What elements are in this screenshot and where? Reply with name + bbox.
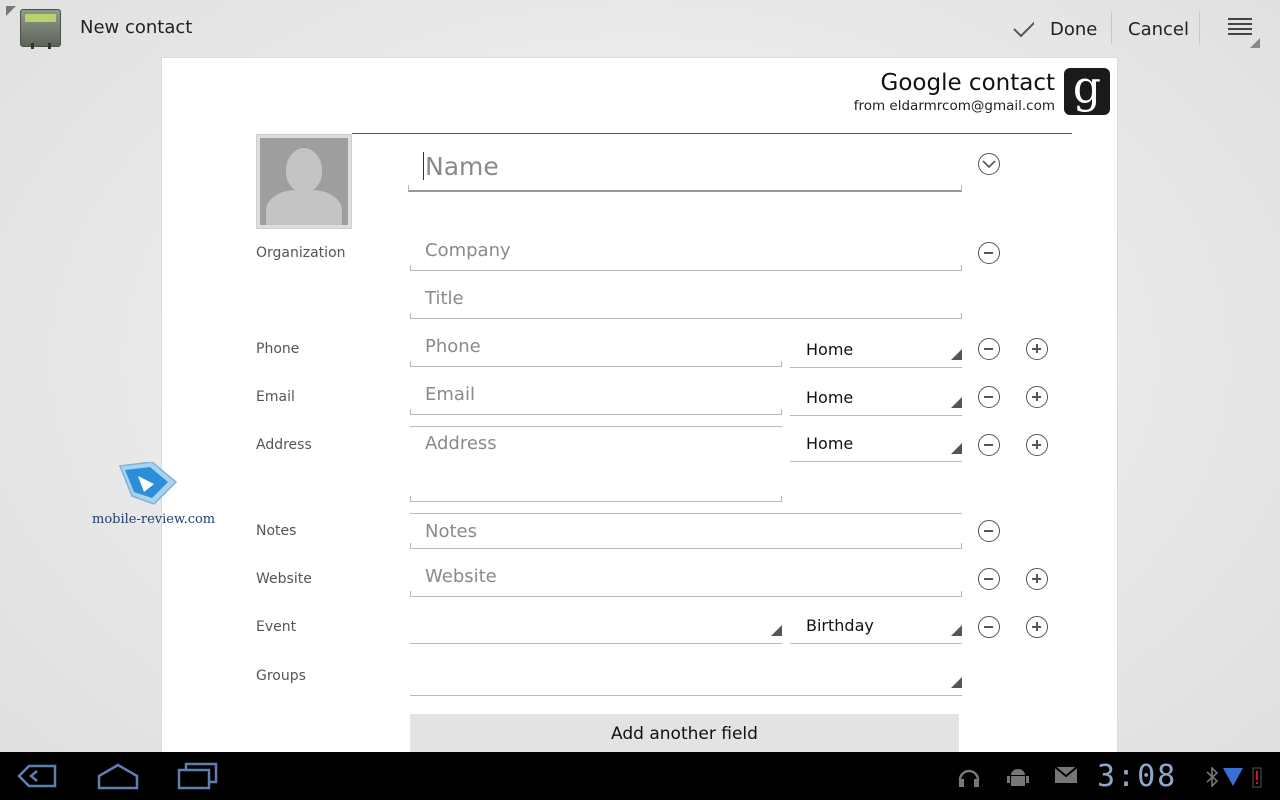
event-type-spinner[interactable]: Birthday	[790, 616, 962, 644]
chevron-down-icon	[982, 160, 996, 169]
address-placeholder: Address	[425, 433, 497, 454]
mobile-review-logo-icon	[118, 461, 178, 505]
website-field[interactable]: Website	[410, 566, 962, 597]
groups-spinner[interactable]	[410, 666, 962, 696]
dropdown-icon	[951, 349, 962, 360]
remove-notes-button[interactable]	[978, 520, 1000, 542]
check-icon	[1013, 21, 1034, 38]
company-field[interactable]: Company	[410, 240, 962, 271]
remove-website-button[interactable]	[978, 568, 1000, 590]
website-label: Website	[256, 571, 312, 587]
phone-type-value: Home	[806, 340, 854, 359]
divider	[1111, 12, 1112, 44]
minus-icon	[984, 252, 993, 254]
minus-icon	[984, 396, 993, 398]
minus-icon	[984, 578, 993, 580]
event-label: Event	[256, 619, 297, 635]
corner-indicator	[6, 6, 16, 16]
cancel-button[interactable]: Cancel	[1128, 0, 1189, 58]
remove-organization-button[interactable]	[978, 242, 1000, 264]
dropdown-icon	[951, 443, 962, 454]
address-type-value: Home	[806, 434, 854, 453]
phone-label: Phone	[256, 341, 300, 357]
remove-phone-button[interactable]	[978, 338, 1000, 360]
bluetooth-icon	[1206, 767, 1218, 787]
account-type: Google contact	[880, 70, 1056, 96]
remove-address-button[interactable]	[978, 434, 1000, 456]
done-button[interactable]: Done	[1012, 0, 1097, 58]
account-header: Google contact from eldarmrcom@gmail.com	[854, 70, 1055, 114]
overflow-menu-icon[interactable]	[1228, 18, 1252, 38]
add-another-field-button[interactable]: Add another field	[410, 714, 959, 754]
notes-label: Notes	[256, 523, 297, 539]
email-placeholder: Email	[425, 384, 475, 405]
recent-apps-icon[interactable]	[177, 762, 219, 790]
name-field[interactable]: Name	[408, 150, 962, 192]
name-placeholder: Name	[425, 152, 499, 181]
minus-icon	[984, 626, 993, 628]
clock: 3:08	[1097, 759, 1178, 794]
notes-placeholder: Notes	[425, 521, 477, 542]
title-field[interactable]: Title	[410, 288, 962, 319]
add-phone-button[interactable]	[1026, 338, 1048, 360]
address-label: Address	[256, 437, 312, 453]
organization-label: Organization	[256, 245, 346, 261]
menu-corner-indicator	[1250, 38, 1260, 48]
dropdown-icon	[771, 625, 782, 636]
divider	[1199, 12, 1200, 44]
default-avatar-icon	[260, 138, 348, 225]
website-placeholder: Website	[425, 566, 497, 587]
add-website-button[interactable]	[1026, 568, 1048, 590]
groups-label: Groups	[256, 668, 306, 684]
email-type-value: Home	[806, 388, 854, 407]
expand-name-button[interactable]	[978, 153, 1000, 175]
phone-placeholder: Phone	[425, 336, 481, 357]
minus-icon	[984, 530, 993, 532]
done-label: Done	[1050, 18, 1098, 40]
address-field[interactable]: Address	[410, 426, 782, 502]
cancel-label: Cancel	[1128, 18, 1189, 40]
dropdown-icon	[951, 397, 962, 408]
account-divider	[352, 133, 1072, 134]
email-field[interactable]: Email	[410, 384, 782, 415]
system-bar: 3:08	[0, 752, 1280, 800]
phone-type-spinner[interactable]: Home	[790, 340, 962, 368]
headphones-icon	[958, 769, 980, 787]
google-logo-icon: g	[1064, 66, 1110, 115]
watermark-text: mobile-review.com	[92, 512, 216, 527]
add-address-button[interactable]	[1026, 434, 1048, 456]
email-type-spinner[interactable]: Home	[790, 388, 962, 416]
phone-field[interactable]: Phone	[410, 336, 782, 367]
add-event-button[interactable]	[1026, 616, 1048, 638]
contact-editor-card: Google contact from eldarmrcom@gmail.com…	[161, 57, 1118, 754]
email-label: Email	[256, 389, 295, 405]
account-email: from eldarmrcom@gmail.com	[853, 98, 1055, 114]
watermark-logo: mobile-review.com	[92, 461, 215, 528]
dropdown-icon	[951, 625, 962, 636]
action-bar: New contact Done Cancel	[0, 0, 1280, 58]
wifi-signal-icon	[1223, 768, 1243, 786]
contact-photo[interactable]	[256, 134, 352, 229]
address-type-spinner[interactable]: Home	[790, 434, 962, 462]
event-type-value: Birthday	[806, 616, 874, 635]
event-date-spinner[interactable]	[410, 616, 782, 644]
company-placeholder: Company	[425, 240, 511, 261]
title-placeholder: Title	[425, 288, 464, 309]
dropdown-icon	[951, 677, 962, 688]
android-debug-icon	[1007, 769, 1029, 786]
page-title: New contact	[80, 17, 193, 38]
email-notification-icon	[1054, 766, 1078, 783]
remove-event-button[interactable]	[978, 616, 1000, 638]
remove-email-button[interactable]	[978, 386, 1000, 408]
add-email-button[interactable]	[1026, 386, 1048, 408]
minus-icon	[984, 444, 993, 446]
notes-field[interactable]: Notes	[410, 513, 962, 549]
home-icon[interactable]	[96, 762, 140, 790]
contacts-app-icon[interactable]	[20, 9, 61, 49]
back-icon[interactable]	[17, 762, 59, 790]
minus-icon	[984, 348, 993, 350]
battery-alert-icon	[1252, 767, 1262, 788]
